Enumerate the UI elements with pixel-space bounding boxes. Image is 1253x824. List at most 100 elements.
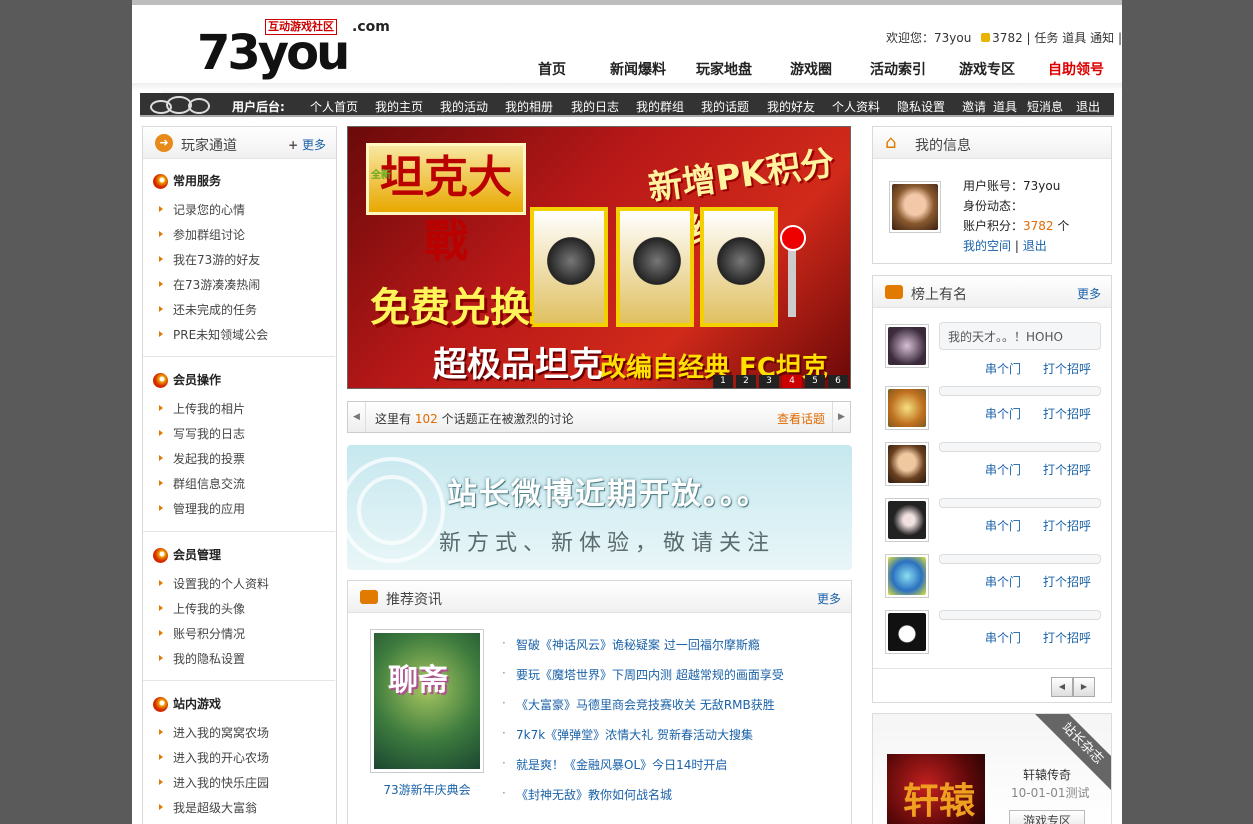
visit-link[interactable]: 串个门 bbox=[985, 573, 1021, 590]
avatar[interactable] bbox=[885, 610, 929, 654]
next-page-icon[interactable]: ▶ bbox=[1073, 677, 1095, 697]
list-item[interactable]: 我的隐私设置 bbox=[158, 650, 245, 667]
news-link[interactable]: 《大富豪》马德里商会竞技赛收关 无敌RMB获胜 bbox=[502, 696, 775, 713]
ub-topics[interactable]: 我的话题 bbox=[701, 98, 749, 115]
group-site-games: 站内游戏 进入我的窝窝农场 进入我的开心农场 进入我的快乐庄园 我是超级大富翁 bbox=[143, 696, 335, 824]
ub-home[interactable]: 个人首页 bbox=[310, 98, 358, 115]
list-item[interactable]: 进入我的开心农场 bbox=[158, 749, 269, 766]
list-item[interactable]: 账号积分情况 bbox=[158, 625, 245, 642]
ub-groups[interactable]: 我的群组 bbox=[636, 98, 684, 115]
ub-personal-info[interactable]: 个人资料 bbox=[832, 98, 880, 115]
greet-link[interactable]: 打个招呼 bbox=[1043, 360, 1091, 377]
avatar[interactable] bbox=[885, 442, 929, 486]
greet-link[interactable]: 打个招呼 bbox=[1043, 461, 1091, 478]
list-item[interactable]: 记录您的心情 bbox=[158, 201, 245, 218]
list-item[interactable]: PRE未知领域公会 bbox=[158, 326, 268, 343]
ub-album[interactable]: 我的相册 bbox=[505, 98, 553, 115]
ub-blog[interactable]: 我的日志 bbox=[571, 98, 619, 115]
tank-war-banner[interactable]: 全新坦克大戰 新增PK积分系统 免费兑换 超极品坦克 改编自经典 FC坦克大战 … bbox=[347, 126, 851, 389]
visit-link[interactable]: 串个门 bbox=[985, 360, 1021, 377]
list-item[interactable]: 进入我的窝窝农场 bbox=[158, 724, 269, 741]
more-link[interactable]: 更多 bbox=[1077, 285, 1101, 302]
avatar[interactable] bbox=[885, 386, 929, 430]
news-caption[interactable]: 73游新年庆典会 bbox=[348, 781, 506, 798]
game-zone-button[interactable]: 游戏专区 bbox=[1009, 810, 1085, 824]
notice-link[interactable]: 通知 bbox=[1090, 31, 1114, 45]
list-item[interactable]: 上传我的头像 bbox=[158, 600, 245, 617]
site-logo[interactable]: 互动游戏社区 .com 73you bbox=[197, 17, 390, 79]
task-link[interactable]: 任务 bbox=[1034, 31, 1058, 45]
more-link[interactable]: 更多 bbox=[817, 590, 841, 607]
nav-game-zone[interactable]: 游戏专区 bbox=[959, 59, 1015, 79]
list-item[interactable]: 还未完成的任务 bbox=[158, 301, 257, 318]
ub-messages[interactable]: 短消息 bbox=[1027, 98, 1063, 115]
avatar[interactable] bbox=[885, 554, 929, 598]
view-topics-link[interactable]: 查看话题 bbox=[777, 410, 825, 427]
prev-page-icon[interactable]: ◀ bbox=[1051, 677, 1073, 697]
avatar[interactable] bbox=[885, 324, 929, 368]
news-link[interactable]: 智破《神话风云》诡秘疑案 过一回福尔摩斯瘾 bbox=[502, 636, 760, 653]
news-link[interactable]: 《封神无敌》教你如何战名城 bbox=[502, 786, 672, 803]
greet-link[interactable]: 打个招呼 bbox=[1043, 405, 1091, 422]
banner-page-button[interactable]: 2 bbox=[736, 375, 756, 388]
chat-bubble-icon bbox=[885, 285, 903, 299]
news-thumbnail[interactable]: 聊斋 bbox=[370, 629, 484, 773]
my-space-link[interactable]: 我的空间 bbox=[963, 239, 1011, 253]
nav-player[interactable]: 玩家地盘 bbox=[696, 59, 752, 79]
banner-page-button[interactable]: 3 bbox=[759, 375, 779, 388]
ub-logout[interactable]: 退出 bbox=[1076, 98, 1100, 115]
list-item[interactable]: 群组信息交流 bbox=[158, 475, 245, 492]
prev-arrow-icon[interactable]: ◀ bbox=[348, 402, 366, 432]
list-item[interactable]: 发起我的投票 bbox=[158, 450, 245, 467]
game-cover-image[interactable]: 轩辕 bbox=[887, 754, 985, 824]
greet-link[interactable]: 打个招呼 bbox=[1043, 517, 1091, 534]
game-name[interactable]: 轩辕传奇 bbox=[1023, 766, 1071, 783]
avatar[interactable] bbox=[885, 498, 929, 542]
visit-link[interactable]: 串个门 bbox=[985, 461, 1021, 478]
nav-game-circle[interactable]: 游戏圈 bbox=[790, 59, 832, 79]
list-item[interactable]: 我是超级大富翁 bbox=[158, 799, 257, 816]
ub-privacy[interactable]: 隐私设置 bbox=[897, 98, 945, 115]
nav-news[interactable]: 新闻爆料 bbox=[610, 59, 666, 79]
list-item[interactable]: 上传我的相片 bbox=[158, 400, 245, 417]
banner-page-button[interactable]: 6 bbox=[828, 375, 848, 388]
list-item[interactable]: 设置我的个人资料 bbox=[158, 575, 269, 592]
coin-icon bbox=[981, 33, 991, 42]
nav-home[interactable]: 首页 bbox=[538, 59, 566, 79]
nav-activity[interactable]: 活动索引 bbox=[870, 59, 926, 79]
ub-profile-page[interactable]: 我的主页 bbox=[375, 98, 423, 115]
visit-link[interactable]: 串个门 bbox=[985, 629, 1021, 646]
next-arrow-icon[interactable]: ▶ bbox=[832, 402, 850, 432]
logout-link[interactable]: 退出 bbox=[1023, 239, 1047, 253]
list-item[interactable]: 在73游凑凑热闹 bbox=[158, 276, 260, 293]
list-item[interactable]: 写写我的日志 bbox=[158, 425, 245, 442]
nav-self-service[interactable]: 自助领号 bbox=[1048, 59, 1104, 79]
props-link[interactable]: 道具 bbox=[1062, 31, 1086, 45]
greet-link[interactable]: 打个招呼 bbox=[1043, 629, 1091, 646]
news-link[interactable]: 7k7k《弹弹堂》浓情大礼 贺新春活动大搜集 bbox=[502, 726, 753, 743]
ub-props[interactable]: 道具 bbox=[993, 98, 1017, 115]
flame-icon bbox=[153, 174, 168, 189]
list-item[interactable]: 管理我的应用 bbox=[158, 500, 245, 517]
avatar[interactable] bbox=[889, 181, 941, 233]
greet-link[interactable]: 打个招呼 bbox=[1043, 573, 1091, 590]
main-nav: 首页 新闻爆料 玩家地盘 游戏圈 活动索引 游戏专区 自助领号 bbox=[524, 59, 1122, 85]
banner-page-button[interactable]: 5 bbox=[805, 375, 825, 388]
list-item[interactable]: 进入我的快乐庄园 bbox=[158, 774, 269, 791]
space-links: 我的空间 | 退出 bbox=[963, 239, 1047, 253]
visit-link[interactable]: 串个门 bbox=[985, 517, 1021, 534]
ub-friends[interactable]: 我的好友 bbox=[767, 98, 815, 115]
visit-link[interactable]: 串个门 bbox=[985, 405, 1021, 422]
weibo-banner[interactable]: 站长微博近期开放。。。 新方式、新体验，敬请关注 bbox=[347, 445, 852, 570]
banner-page-button-active[interactable]: 4 bbox=[782, 375, 802, 388]
tank-slot bbox=[530, 207, 608, 327]
tank-slot bbox=[700, 207, 778, 327]
news-link[interactable]: 就是爽！《金融风暴OL》今日14时开启 bbox=[502, 756, 727, 773]
news-link[interactable]: 要玩《魔塔世界》下周四内测 超越常规的画面享受 bbox=[502, 666, 784, 683]
more-link[interactable]: + 更多 bbox=[288, 136, 326, 153]
banner-page-button[interactable]: 1 bbox=[713, 375, 733, 388]
list-item[interactable]: 参加群组讨论 bbox=[158, 226, 245, 243]
ub-activity[interactable]: 我的活动 bbox=[440, 98, 488, 115]
ub-invite[interactable]: 邀请 bbox=[962, 98, 986, 115]
list-item[interactable]: 我在73游的好友 bbox=[158, 251, 260, 268]
